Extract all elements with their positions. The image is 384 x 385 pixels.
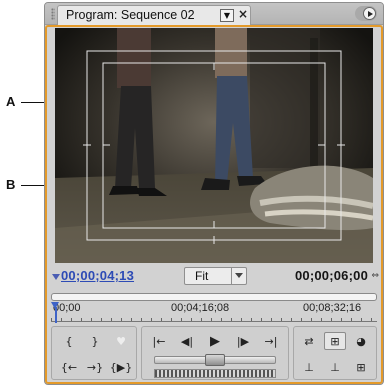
close-x-icon[interactable]: × — [238, 7, 248, 21]
ruler-label-end: 00;08;32;16 — [303, 302, 362, 314]
step-back-button[interactable]: ◀| — [176, 332, 198, 350]
ruler-label-mid: 00;04;16;08 — [171, 302, 230, 314]
safe-margins-button[interactable]: ⊞ — [324, 332, 346, 350]
jog-dial[interactable] — [154, 369, 276, 378]
step-forward-button[interactable]: |▶ — [232, 332, 254, 350]
zoom-level-value: Fit — [195, 269, 209, 283]
callout-a-label: A — [6, 94, 16, 109]
go-to-previous-edit-button[interactable]: |← — [148, 332, 170, 350]
program-video-viewport[interactable] — [55, 28, 373, 263]
program-monitor-panel: Program: Sequence 02 ▼ × 00;00;04;13 Fit… — [44, 2, 384, 385]
duration-toggle-icon[interactable]: ⇔ — [371, 271, 379, 281]
extract-button[interactable]: ⊥ — [324, 358, 346, 376]
set-marker-icon[interactable] — [52, 274, 60, 280]
loop-button[interactable]: ⇄ — [298, 332, 320, 350]
shuttle-slider[interactable] — [154, 354, 276, 366]
ruler-ticks — [51, 316, 377, 322]
duration-timecode: 00;00;06;00 — [294, 268, 368, 283]
panel-grip-icon[interactable] — [51, 8, 55, 20]
panel-tab-bar: Program: Sequence 02 ▼ × — [45, 3, 383, 25]
go-to-next-edit-button[interactable]: →| — [260, 332, 282, 350]
chevron-down-icon — [231, 268, 246, 284]
set-marker-button[interactable]: ♥ — [110, 332, 132, 350]
tab-title: Program: Sequence 02 — [66, 8, 195, 22]
playhead-icon[interactable] — [51, 302, 60, 323]
program-monitor-tab[interactable]: Program: Sequence 02 ▼ × — [57, 5, 251, 25]
go-to-in-button[interactable]: {← — [58, 358, 80, 376]
marker-button-group: { } ♥ {← →} {▶} — [51, 326, 137, 380]
current-timecode[interactable]: 00;00;04;13 — [61, 268, 134, 283]
go-to-out-button[interactable]: →} — [84, 358, 106, 376]
trim-button[interactable]: ⊞ — [350, 358, 372, 376]
time-ruler[interactable]: 00;00 00;04;16;08 00;08;32;16 — [51, 293, 377, 323]
shuttle-knob[interactable] — [205, 354, 225, 366]
ruler-labels: 00;00 00;04;16;08 00;08;32;16 — [51, 302, 377, 316]
callout-b-label: B — [6, 177, 16, 192]
transport-button-group: |← ◀| ▶ |▶ →| — [141, 326, 289, 380]
dropdown-triangle-icon[interactable]: ▼ — [220, 9, 234, 22]
mark-in-button[interactable]: { — [58, 332, 80, 350]
panel-flyout-icon[interactable] — [363, 7, 376, 20]
output-settings-button[interactable]: ◕ — [350, 332, 372, 350]
play-in-to-out-button[interactable]: {▶} — [110, 358, 132, 376]
mark-out-button[interactable]: } — [84, 332, 106, 350]
zoom-level-select[interactable]: Fit — [184, 267, 247, 285]
transport-controls: { } ♥ {← →} {▶} |← ◀| ▶ |▶ →| ⇄ ⊞ ◕ ⊥ ⊥ … — [51, 326, 377, 382]
video-frame-image — [55, 28, 373, 263]
viewing-area-bar[interactable] — [51, 293, 377, 301]
timecode-row: 00;00;04;13 Fit 00;00;06;00 ⇔ — [47, 265, 381, 289]
lift-button[interactable]: ⊥ — [298, 358, 320, 376]
play-button[interactable]: ▶ — [204, 332, 226, 350]
output-button-group: ⇄ ⊞ ◕ ⊥ ⊥ ⊞ — [293, 326, 377, 380]
